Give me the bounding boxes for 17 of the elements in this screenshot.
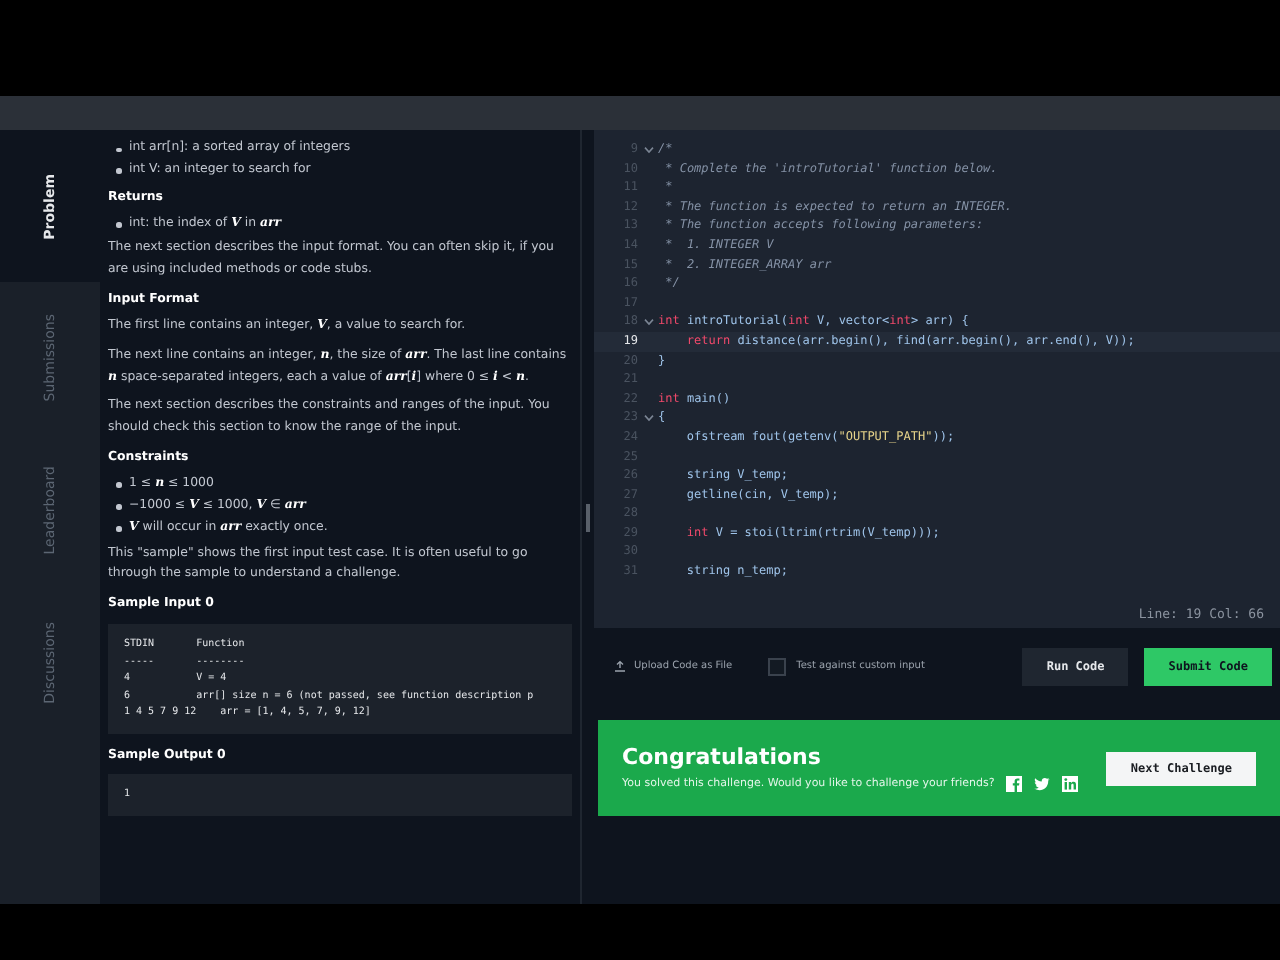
fold-chevron-icon[interactable] xyxy=(643,145,653,154)
bullet-icon xyxy=(116,147,121,152)
fold-chevron-icon[interactable] xyxy=(643,414,653,423)
checkbox[interactable] xyxy=(768,657,787,675)
code-editor[interactable] xyxy=(594,130,1280,628)
linkedin-icon[interactable] xyxy=(1062,776,1079,792)
upload-icon xyxy=(614,660,626,672)
bullet-icon xyxy=(116,168,121,174)
bird-icon[interactable] xyxy=(1034,776,1051,792)
banner-title: Congratulations xyxy=(622,744,823,770)
bullet-icon xyxy=(116,526,121,532)
facebook-icon[interactable] xyxy=(1006,776,1023,792)
bullet-icon xyxy=(116,482,121,488)
fold-chevron-icon[interactable] xyxy=(643,318,653,327)
resize-handle[interactable] xyxy=(586,503,590,531)
bullet-icon xyxy=(116,222,121,228)
bullet-icon xyxy=(116,504,121,510)
